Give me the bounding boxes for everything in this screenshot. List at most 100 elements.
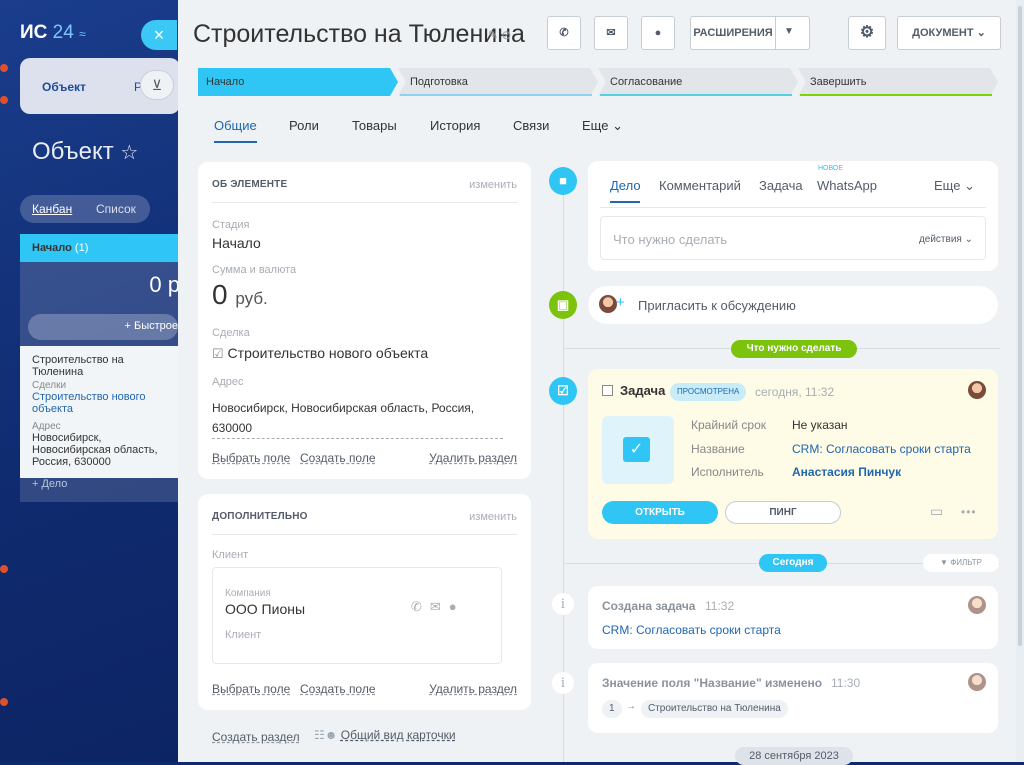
activity-tab-task[interactable]: Задача (759, 178, 803, 193)
tab-general[interactable]: Общие (214, 118, 257, 143)
address-value[interactable]: Новосибирск, Новосибирская область, Росс… (212, 398, 503, 439)
task-illustration: ✓ (602, 416, 674, 484)
document-button[interactable]: ДОКУМЕНТ ⌄ (897, 16, 1001, 50)
stage-approval[interactable]: Согласование (602, 68, 792, 96)
choose-field-link[interactable]: Выбрать поле (212, 451, 290, 465)
task-time: сегодня, 11:32 (755, 385, 835, 399)
additional-title: ДОПОЛНИТЕЛЬНО (212, 511, 308, 522)
delete-section-link[interactable]: Удалить раздел (429, 682, 517, 696)
invite-label: Пригласить к обсуждению (638, 298, 796, 313)
filter-button[interactable]: ▼ ФИЛЬТР (923, 554, 999, 572)
history-event-changed: Значение поля "Название" изменено 11:30 … (588, 663, 998, 733)
activity-tab-case[interactable]: Дело (610, 178, 641, 193)
kanban-column-header: Начало (1) (20, 234, 180, 262)
todo-input[interactable]: Что нужно сделать действия ⌄ (600, 216, 986, 260)
additional-panel: ДОПОЛНИТЕЛЬНО изменить Клиент Компания О… (198, 494, 531, 710)
open-task-button[interactable]: ОТКРЫТЬ (602, 501, 718, 524)
deadline-value[interactable]: Не указан (792, 418, 848, 432)
invite-panel[interactable]: + Пригласить к обсуждению (588, 286, 998, 324)
date-divider: 28 сентября 2023 (735, 747, 853, 765)
kanban-column: Начало (1) 0 р + Быстрое Строительство н… (20, 234, 180, 502)
about-change-link[interactable]: изменить (469, 179, 517, 191)
chat-icon: ● (654, 27, 662, 39)
plus-icon: + (616, 294, 625, 311)
arrow-right-icon: → (626, 701, 636, 712)
ping-button[interactable]: ПИНГ (725, 501, 841, 524)
notification-dot (0, 565, 8, 573)
close-slider-button[interactable]: × (141, 20, 177, 50)
entity-title: Строительство на Тюленина (193, 20, 525, 48)
event-task-link[interactable]: CRM: Согласовать сроки старта (602, 623, 781, 637)
column-sum: 0 р (149, 272, 180, 297)
chat-button[interactable]: ● (641, 16, 675, 50)
filter-icon: ▼ (940, 558, 948, 567)
bg-tab-object[interactable]: Объект (42, 80, 86, 94)
tab-history[interactable]: История (430, 118, 480, 133)
task-name-link[interactable]: CRM: Согласовать сроки старта (792, 442, 971, 456)
add-case-link[interactable]: + Дело (32, 478, 67, 490)
stage-start[interactable]: Начало (198, 68, 393, 96)
sum-value[interactable]: 0 руб. (212, 279, 268, 311)
call-button[interactable]: ✆ (547, 16, 581, 50)
create-field-link[interactable]: Создать поле (300, 451, 376, 465)
kanban-card[interactable]: Строительство на Тюленина Сделки Строите… (20, 346, 180, 478)
avatar (968, 596, 986, 614)
avatar (968, 381, 986, 399)
view-list[interactable]: Список (96, 202, 136, 216)
task-card: Задача ПРОСМОТРЕНА сегодня, 11:32 ✓ Край… (588, 369, 998, 539)
deal-icon: ☑ (212, 346, 224, 361)
stage-value[interactable]: Начало (212, 235, 261, 251)
tab-roles[interactable]: Роли (289, 118, 319, 133)
activity-tab-comment[interactable]: Комментарий (659, 178, 741, 193)
todo-divider: Что нужно сделать (731, 340, 857, 358)
note-icon[interactable]: ▭ (930, 503, 943, 520)
stage-finish[interactable]: Завершить (802, 68, 992, 96)
phone-icon: ✆ (559, 27, 569, 39)
tab-links[interactable]: Связи (513, 118, 549, 133)
stage-preparation[interactable]: Подготовка (402, 68, 592, 96)
create-section-link[interactable]: Создать раздел (212, 730, 300, 744)
quick-add-button[interactable]: + Быстрое (28, 314, 178, 340)
history-event-created: Создана задача 11:32 CRM: Согласовать ср… (588, 586, 998, 649)
activity-tab-whatsapp[interactable]: WhatsApp (817, 178, 877, 193)
deal-value[interactable]: ☑ Строительство нового объекта (212, 345, 428, 362)
bg-view-switcher: Канбан Список (20, 195, 150, 223)
status-badge: ПРОСМОТРЕНА (670, 383, 747, 401)
activity-icon: ■ (549, 167, 577, 195)
notification-dot (0, 698, 8, 706)
contact-icons[interactable]: ✆✉● (411, 599, 465, 615)
pin-icon[interactable]: ⊻ (140, 70, 174, 100)
assignee-link[interactable]: Анастасия Пинчук (792, 465, 901, 479)
delete-section-link[interactable]: Удалить раздел (429, 451, 517, 465)
comment-icon: ▣ (549, 291, 577, 319)
avatar (968, 673, 986, 691)
today-divider: Сегодня (759, 554, 827, 572)
client-card: Компания ООО Пионы ✆✉● Клиент (212, 567, 502, 664)
more-icon[interactable]: ••• (961, 505, 977, 519)
activity-tab-more[interactable]: Еще ⌄ (934, 178, 975, 194)
company-value[interactable]: ООО Пионы (225, 601, 305, 617)
info-icon: i (552, 672, 574, 694)
actions-dropdown[interactable]: действия ⌄ (919, 234, 973, 245)
view-kanban[interactable]: Канбан (32, 202, 72, 216)
settings-button[interactable]: ⚙ (848, 16, 886, 50)
choose-field-link[interactable]: Выбрать поле (212, 682, 290, 696)
avatar (599, 295, 617, 313)
tab-more[interactable]: Еще ⌄ (582, 118, 623, 134)
tab-products[interactable]: Товары (352, 118, 397, 133)
task-label: Задача (620, 383, 666, 398)
scrollbar[interactable] (1016, 0, 1024, 762)
portal-logo[interactable]: ИС 24 ≈ (20, 22, 86, 44)
email-button[interactable]: ✉ (594, 16, 628, 50)
additional-change-link[interactable]: изменить (469, 511, 517, 523)
users-icon: ☷☻ (314, 728, 338, 742)
about-title: ОБ ЭЛЕМЕНТЕ (212, 179, 288, 190)
stage-bar: Начало Подготовка Согласование Завершить (198, 68, 998, 96)
close-icon: × (153, 25, 165, 45)
common-view-link[interactable]: ☷☻ Общий вид карточки (314, 728, 456, 742)
edit-title-icon[interactable]: ✎ ⊘ (488, 28, 511, 42)
star-icon[interactable]: ☆ (120, 142, 138, 164)
create-field-link[interactable]: Создать поле (300, 682, 376, 696)
task-complete-checkbox[interactable] (602, 385, 613, 396)
chevron-down-icon[interactable]: ▼ (784, 26, 794, 37)
